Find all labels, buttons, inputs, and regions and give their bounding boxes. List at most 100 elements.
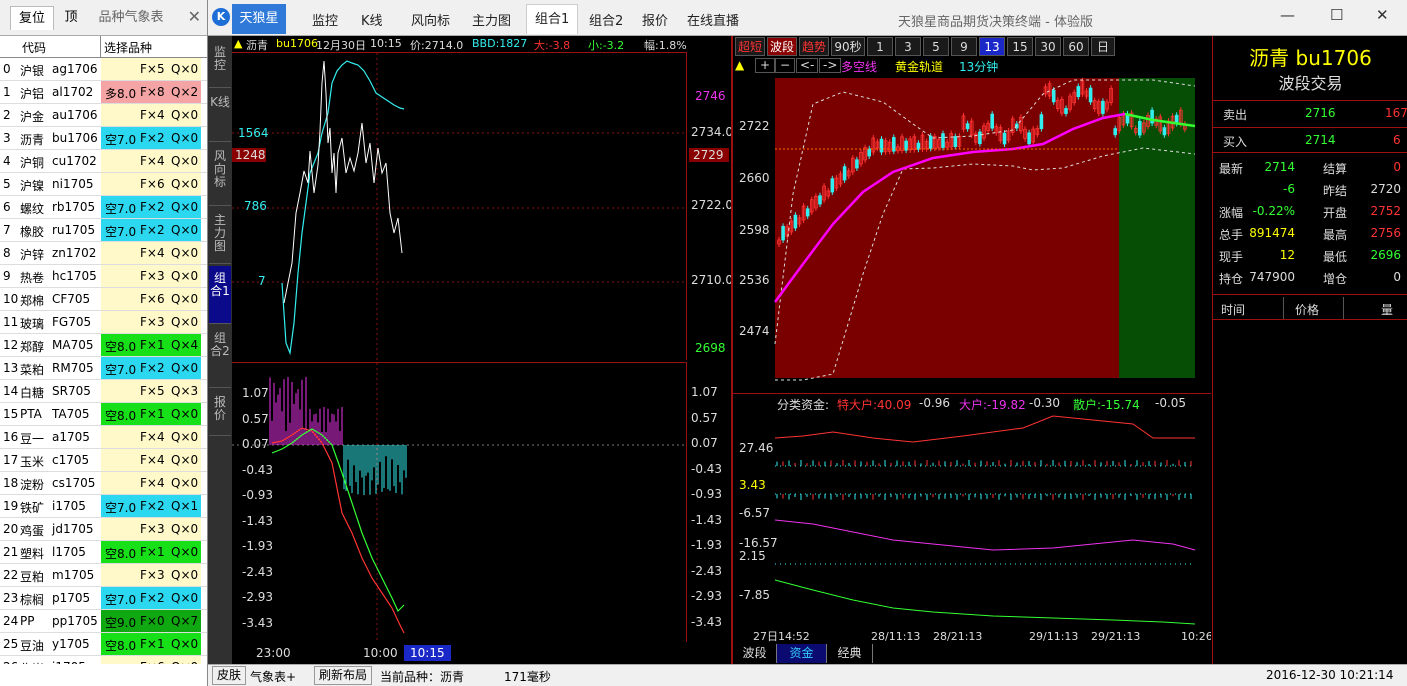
symbol-row[interactable]: 14 白糖 SR705 F×5 Q×3: [0, 380, 207, 403]
vtab-0[interactable]: 监控: [209, 40, 231, 88]
symbol-row[interactable]: 17 玉米 c1705 F×4 Q×0: [0, 449, 207, 472]
symbol-row[interactable]: 20 鸡蛋 jd1705 F×3 Q×0: [0, 518, 207, 541]
vtab-1[interactable]: K线: [209, 90, 231, 142]
vtab-5[interactable]: 组合2: [209, 326, 231, 388]
menu-live[interactable]: 在线直播: [687, 10, 739, 29]
maximize-icon[interactable]: ☐: [1330, 6, 1343, 24]
kline-period-10[interactable]: 30: [1035, 37, 1061, 56]
legend-gold-track: 黄金轨道: [895, 60, 944, 74]
symbol-row[interactable]: 12 郑醇 MA705 空8.0 F×1 Q×4: [0, 334, 207, 357]
app-logo-icon: K: [212, 8, 230, 26]
symbol-row[interactable]: 21 塑料 l1705 空8.0 F×1 Q×0: [0, 541, 207, 564]
symbol-row[interactable]: 22 豆粕 m1705 F×3 Q×0: [0, 564, 207, 587]
top-tab[interactable]: 顶: [58, 6, 84, 30]
vtab-4[interactable]: 组合1: [209, 266, 231, 324]
row-index: 3: [3, 131, 11, 145]
symbol-row[interactable]: 19 铁矿 i1705 空7.0 F×2 Q×1: [0, 495, 207, 518]
symbol-row[interactable]: 6 螺纹 rb1705 空7.0 F×2 Q×0: [0, 196, 207, 219]
row-code: c1705: [52, 453, 90, 467]
triangle-icon[interactable]: ▲: [234, 37, 242, 50]
macd-chart[interactable]: 1.07 0.57 0.07 -0.43 -0.93 -1.43 -1.93 -2.43 -2.…: [232, 362, 687, 643]
price-tick-2710: 2710.0: [691, 273, 733, 287]
kline-period-9[interactable]: 15: [1007, 37, 1033, 56]
vtab-3[interactable]: 主力图: [209, 208, 231, 264]
menu-combo2[interactable]: 组合2: [589, 10, 623, 29]
kline-y-tick: 2722: [739, 119, 770, 133]
kline-period-0[interactable]: 超短: [735, 37, 765, 56]
symbol-row[interactable]: 18 淀粉 cs1705 F×4 Q×0: [0, 472, 207, 495]
menu-kline[interactable]: K线: [361, 10, 383, 29]
tick-price-chart[interactable]: 1564 1248 786 7: [232, 52, 687, 361]
kline-period-2[interactable]: 趋势: [799, 37, 829, 56]
zoom-out-button[interactable]: −: [775, 58, 796, 73]
symbol-row[interactable]: 5 沪镍 ni1705 F×6 Q×0: [0, 173, 207, 196]
menu-combo1[interactable]: 组合1: [526, 4, 579, 34]
kline-period-5[interactable]: 3: [895, 37, 921, 56]
kline-period-7[interactable]: 9: [951, 37, 977, 56]
symbol-row[interactable]: 24 PP pp1705 空9.0 F×0 Q×7: [0, 610, 207, 633]
symbol-row[interactable]: 1 沪铝 al1702 多8.0 F×8 Q×2: [0, 81, 207, 104]
tab-band[interactable]: 波段: [733, 644, 777, 663]
meteo-tab[interactable]: 品种气象表: [92, 6, 170, 30]
close-window-icon[interactable]: ✕: [1376, 6, 1389, 24]
minimize-icon[interactable]: —: [1280, 6, 1295, 24]
quote-label: 现手: [1219, 250, 1244, 264]
row-q: Q×0: [171, 453, 199, 467]
kline-period-6[interactable]: 5: [923, 37, 949, 56]
big-fund-line: [774, 519, 1196, 551]
symbol-row[interactable]: 3 沥青 bu1706 空7.0 F×2 Q×0: [0, 127, 207, 150]
fund-super-value: -0.96: [919, 396, 951, 410]
tab-classic[interactable]: 经典: [827, 644, 873, 663]
skin-button[interactable]: 皮肤: [212, 666, 247, 685]
menu-quote[interactable]: 报价: [642, 10, 668, 29]
macd-tick: -0.43: [691, 461, 723, 476]
menu-monitor[interactable]: 监控: [312, 10, 338, 29]
vtab-6[interactable]: 报价: [209, 390, 231, 436]
sell-label: 卖出: [1223, 108, 1248, 122]
row-f: F×4: [140, 246, 165, 260]
symbol-row[interactable]: 8 沪锌 zn1702 F×4 Q×0: [0, 242, 207, 265]
symbol-row[interactable]: 23 棕榈 p1705 空7.0 F×2 Q×0: [0, 587, 207, 610]
meteo-button[interactable]: 气象表+: [250, 668, 296, 685]
symbol-row[interactable]: 0 沪银 ag1706 F×5 Q×0: [0, 58, 207, 81]
kline-period-4[interactable]: 1: [867, 37, 893, 56]
symbol-row[interactable]: 9 热卷 hc1705 F×3 Q×0: [0, 265, 207, 288]
row-code: SR705: [52, 384, 91, 398]
symbol-row[interactable]: 4 沪铜 cu1702 F×4 Q×0: [0, 150, 207, 173]
symbol-row[interactable]: 26焦炭 j1705 F×6 Q×0: [0, 656, 207, 664]
tick-price: 价:2714.0: [410, 39, 464, 52]
scroll-right-button[interactable]: ->: [819, 58, 842, 73]
tab-fund[interactable]: 资金: [777, 644, 827, 663]
symbol-row[interactable]: 7 橡胶 ru1705 空7.0 F×2 Q×0: [0, 219, 207, 242]
symbol-row[interactable]: 25 豆油 y1705 空8.0 F×1 Q×0: [0, 633, 207, 656]
close-icon[interactable]: ✕: [188, 7, 201, 27]
symbol-row[interactable]: 11 玻璃 FG705 F×3 Q×0: [0, 311, 207, 334]
row-code: RM705: [52, 361, 94, 375]
time-label-2300: 23:00: [256, 646, 291, 660]
kline-chart[interactable]: 2722 2660 2598 2536 2474: [733, 74, 1211, 392]
kline-period-8[interactable]: 13: [979, 37, 1005, 56]
symbol-row[interactable]: 2 沪金 au1706 F×4 Q×0: [0, 104, 207, 127]
menu-wind-vane[interactable]: 风向标: [411, 10, 450, 29]
kline-period-12[interactable]: 日: [1091, 37, 1115, 56]
zoom-in-button[interactable]: +: [755, 58, 776, 73]
reset-tab[interactable]: 复位: [10, 6, 54, 30]
sell-volume: 167: [1385, 106, 1407, 120]
menu-main-force[interactable]: 主力图: [472, 10, 511, 29]
scroll-left-button[interactable]: <-: [796, 58, 819, 73]
app-name[interactable]: 天狼星: [232, 4, 286, 34]
symbol-list: 0 沪银 ag1706 F×5 Q×0 1 沪铝 al1702 多8.0 F×8 Q×2 2 沪金 au1…: [0, 58, 207, 664]
symbol-row[interactable]: 15 PTA TA705 空8.0 F×1 Q×0: [0, 403, 207, 426]
row-name: 沪铜: [20, 156, 45, 170]
symbol-row[interactable]: 13 菜粕 RM705 空7.0 F×2 Q×0: [0, 357, 207, 380]
kline-period-3[interactable]: 90秒: [831, 37, 865, 56]
kline-period-1[interactable]: 波段: [767, 37, 797, 56]
kline-arrow-icon[interactable]: ▲: [735, 58, 744, 72]
symbol-row[interactable]: 16 豆一 a1705 F×4 Q×0: [0, 426, 207, 449]
kline-period-11[interactable]: 60: [1063, 37, 1089, 56]
vtab-2[interactable]: 风向标: [209, 144, 231, 206]
refresh-layout-button[interactable]: 刷新布局: [314, 666, 373, 685]
row-q: Q×0: [171, 522, 199, 536]
fund-flow-chart[interactable]: 27.46 3.43 -6.57 -16.57 2.15 -7.85 27日14:52 28/…: [733, 394, 1213, 644]
symbol-row[interactable]: 10 郑棉 CF705 F×6 Q×0: [0, 288, 207, 311]
